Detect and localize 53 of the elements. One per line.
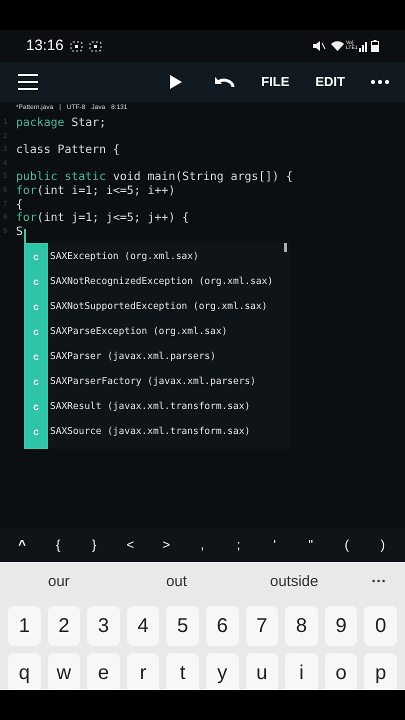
keyboard-key[interactable]: u [246, 653, 278, 690]
keyboard-key[interactable]: 2 [48, 606, 80, 646]
symbol-key[interactable]: > [154, 535, 178, 555]
symbol-key[interactable]: ) [370, 535, 395, 555]
symbol-key[interactable]: ' [262, 535, 287, 555]
keyboard-key[interactable]: 6 [206, 606, 239, 646]
suggestion-item[interactable]: c SAXNotRecognizedException (org.xml.sax) [24, 270, 290, 295]
suggestion-item[interactable]: c SAXSource (javax.xml.transform.sax) [24, 420, 290, 445]
keyboard-key[interactable]: 0 [364, 606, 397, 646]
keyboard-key[interactable]: t [166, 653, 199, 690]
code-line: S [16, 224, 23, 238]
symbol-key[interactable]: ^ [10, 535, 34, 555]
keyboard-key[interactable]: r [126, 653, 160, 690]
suggestion-item[interactable]: c SAXResult (javax.xml.transform.sax) [24, 395, 290, 420]
keyboard-key[interactable]: w [48, 653, 80, 690]
symbol-key[interactable]: " [298, 535, 323, 555]
keyboard-key[interactable]: q [8, 653, 41, 690]
symbol-key[interactable]: ( [334, 535, 359, 555]
keyboard-key[interactable]: 7 [246, 606, 278, 646]
word-suggestion[interactable]: our [0, 570, 118, 594]
symbol-key[interactable]: } [82, 535, 106, 555]
suggestion-item[interactable]: c SAXParser (javax.xml.parsers) [24, 345, 290, 370]
status-time: 13:16 [26, 36, 64, 56]
code-line: for(int j=1; j<=5; j++) { [16, 211, 190, 225]
keyboard-key[interactable]: y [206, 653, 239, 690]
suggestion-item[interactable]: c SAXParserFactory (javax.xml.parsers) [24, 370, 290, 395]
suggestion-item[interactable]: c SAXParseException (org.xml.sax) [24, 320, 290, 345]
symbol-key[interactable]: ; [226, 535, 250, 555]
keyboard-key[interactable]: 3 [87, 606, 120, 646]
symbol-key[interactable]: , [190, 535, 214, 555]
keyboard-key[interactable]: e [87, 653, 120, 690]
keyboard-key[interactable]: i [285, 653, 318, 690]
symbol-key[interactable]: < [118, 535, 142, 555]
keyboard-key[interactable]: 5 [166, 606, 199, 646]
code-line: public static void main(String args[]) { [16, 170, 293, 184]
suggestion-item[interactable]: c SAXNotSupportedException (org.xml.sax) [24, 295, 290, 320]
menu-tab[interactable]: EDIT [315, 72, 345, 92]
word-suggestion[interactable]: ··· [353, 570, 405, 594]
keyboard-key[interactable]: p [364, 653, 397, 690]
suggestion-item[interactable]: c SAXException (org.xml.sax) [24, 245, 290, 270]
menu-tab[interactable]: FILE [261, 72, 290, 92]
keyboard-key[interactable]: 8 [285, 606, 318, 646]
code-line: package Star; [16, 116, 106, 130]
keyboard-key[interactable]: 1 [8, 606, 41, 646]
code-line: for(int i=1; i<=5; i++) [16, 184, 176, 198]
word-suggestion[interactable]: outside [235, 570, 354, 594]
symbol-key[interactable]: { [46, 535, 70, 555]
keyboard-key[interactable]: 9 [324, 606, 358, 646]
keyboard-key[interactable]: 4 [126, 606, 160, 646]
word-suggestion[interactable]: out [118, 570, 236, 594]
keyboard-key[interactable]: o [324, 653, 358, 690]
code-line: { [16, 198, 23, 212]
code-line: class Pattern { [16, 143, 120, 157]
